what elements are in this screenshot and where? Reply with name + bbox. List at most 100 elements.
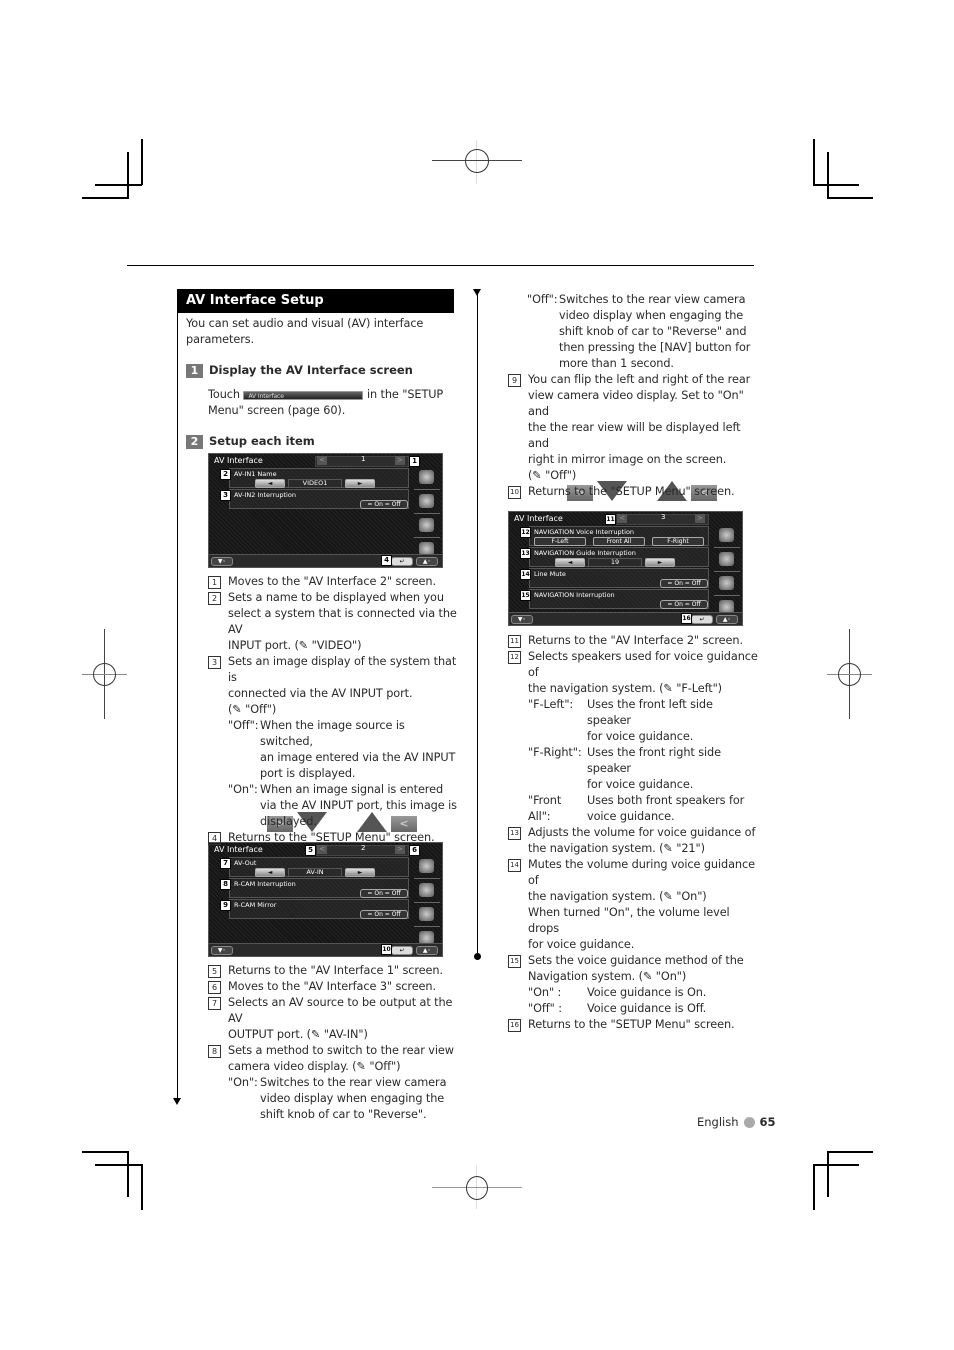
option-line: more than 1 second. [559, 357, 674, 370]
toggle-on-option[interactable]: On [674, 580, 683, 587]
step-1-line: Touch AV Interface in the "SETUP [208, 387, 453, 403]
option-line: an image entered via the AV INPUT [260, 751, 456, 764]
crop-mark [82, 197, 129, 199]
item-list: "Off": Switches to the rear view camera vi… [527, 292, 757, 372]
on-off-toggle[interactable]: = On = Off [660, 579, 708, 588]
on-off-toggle[interactable]: = On = Off [360, 889, 408, 898]
option-description: "F-Right": Uses the front right side spea… [528, 745, 758, 793]
item-number-badge: 5 [208, 965, 221, 978]
side-menu-button[interactable] [714, 549, 740, 572]
display-icon [419, 883, 434, 897]
item-number-badge: 16 [508, 1019, 521, 1032]
decrease-button[interactable]: ◄ [255, 479, 285, 488]
separator: = [382, 911, 392, 918]
decrease-button[interactable]: ◄ [255, 868, 285, 877]
item-description: Sets an image display of the system that… [228, 654, 458, 830]
toggle-on-option[interactable]: On [374, 501, 383, 508]
toggle-off-option[interactable]: Off [692, 601, 701, 608]
toggle-on-option[interactable]: On [374, 911, 383, 918]
option-description: "Off" : Voice guidance is Off. [528, 1001, 744, 1017]
next-page-button[interactable]: > [695, 514, 705, 523]
option-text: When an image signal is entered via the A… [260, 782, 457, 830]
list-item: 4 Returns to the "SETUP Menu" screen. [208, 830, 458, 846]
toggle-off-option[interactable]: Off [392, 890, 401, 897]
side-menu-button[interactable] [714, 525, 740, 548]
prev-page-button[interactable]: < [317, 845, 327, 854]
next-page-button[interactable]: > [395, 456, 405, 465]
av-interface-button[interactable]: AV Interface [243, 390, 364, 400]
item-number-badge: 12 [508, 651, 521, 664]
setting-row: AV-IN1 Name ◄ VIDEO1 ► [229, 468, 409, 488]
option-label: "Off": [527, 293, 558, 306]
prev-page-button[interactable]: < [317, 456, 327, 465]
toggle-on-option[interactable]: On [674, 601, 683, 608]
step-1-body: Touch AV Interface in the "SETUP Menu" s… [208, 387, 453, 419]
return-button[interactable]: ↵ [391, 946, 413, 955]
toggle-off-option[interactable]: Off [392, 501, 401, 508]
speaker-option-button[interactable]: F-Left [534, 537, 586, 546]
option-line: shift knob of car to "Reverse". [260, 1108, 427, 1121]
speaker-option-button[interactable]: F-Right [652, 537, 704, 546]
crop-mark [813, 184, 859, 186]
on-off-toggle[interactable]: = On = Off [360, 500, 408, 509]
prev-page-button[interactable]: < [617, 514, 627, 523]
description-line: connected via the AV INPUT port. [228, 687, 413, 700]
decrease-button[interactable]: ◄ [555, 558, 585, 567]
step-label: Setup each item [209, 434, 315, 448]
toggle-on-option[interactable]: On [374, 890, 383, 897]
scroll-up-button[interactable]: ▲◦ [416, 946, 438, 955]
on-off-toggle[interactable]: = On = Off [660, 600, 708, 609]
callout-badge: 5 [305, 845, 316, 856]
av-interface-screen-1: AV Interface <1 > AV-IN1 Name ◄ VIDEO1 ► 2 AV-IN… [208, 453, 443, 568]
next-page-button[interactable]: > [395, 845, 405, 854]
item-description: Sets a method to switch to the rear view… [228, 1043, 454, 1123]
touch-text: Touch [208, 388, 240, 401]
side-menu-button[interactable] [414, 880, 440, 903]
option-line: Voice guidance is Off. [587, 1002, 707, 1015]
description-line: Navigation system. (✎ "On") [528, 970, 687, 983]
option-description: "Front All": Uses both front speakers for… [528, 793, 758, 825]
list-item: 10 Returns to the "SETUP Menu" screen. [508, 484, 758, 500]
registration-mark [93, 663, 116, 686]
bottom-bar: ▼◦ ↵ ▲◦ [209, 554, 442, 567]
increase-button[interactable]: ► [345, 479, 375, 488]
item-description: Sets a name to be displayed when you sele… [228, 590, 458, 654]
toggle-off-option[interactable]: Off [392, 911, 401, 918]
scroll-up-button[interactable]: ▲◦ [416, 557, 438, 566]
setting-label: AV-IN1 Name [234, 470, 277, 478]
scroll-down-button[interactable]: ▼◦ [211, 946, 233, 955]
option-line: Switches to the rear view camera [260, 1076, 447, 1089]
return-button[interactable]: ↵ [391, 557, 413, 566]
item-number-badge: 1 [208, 576, 221, 589]
side-menu-button[interactable] [414, 856, 440, 879]
page-number: 65 [759, 1115, 776, 1129]
option-label: "Off" : [528, 1002, 562, 1015]
separator: = [682, 580, 692, 587]
side-menu-button[interactable] [414, 491, 440, 514]
side-menu-button[interactable] [714, 573, 740, 596]
side-menu-button[interactable] [414, 515, 440, 538]
callout-badge: 13 [520, 548, 531, 559]
crop-mark [95, 184, 142, 186]
scroll-down-button[interactable]: ▼◦ [211, 557, 233, 566]
description-line: Adjusts the volume for voice guidance of [528, 826, 756, 839]
scroll-down-button[interactable]: ▼◦ [511, 615, 533, 624]
side-menu-button[interactable] [414, 467, 440, 490]
scroll-up-button[interactable]: ▲◦ [716, 615, 738, 624]
item-description: Returns to the "AV Interface 1" screen. [228, 963, 443, 979]
increase-button[interactable]: ► [345, 868, 375, 877]
setting-label: R-CAM Mirror [234, 901, 277, 909]
screen-title: AV Interface [214, 456, 263, 465]
side-menu-button[interactable] [414, 904, 440, 927]
speaker-option-button[interactable]: Front All [593, 537, 645, 546]
return-button[interactable]: ↵ [691, 615, 713, 624]
option-line: Uses both front speakers for [587, 794, 745, 807]
toggle-off-option[interactable]: Off [692, 580, 701, 587]
on-off-toggle[interactable]: = On = Off [360, 910, 408, 919]
audio-icon [419, 470, 434, 484]
speaker-icon [719, 576, 734, 590]
setting-row: AV-IN2 Interruption = On = Off [229, 489, 409, 509]
increase-button[interactable]: ► [645, 558, 675, 567]
registration-mark [838, 663, 861, 686]
item-list: 1 Moves to the "AV Interface 2" screen. 2 S… [208, 574, 458, 846]
